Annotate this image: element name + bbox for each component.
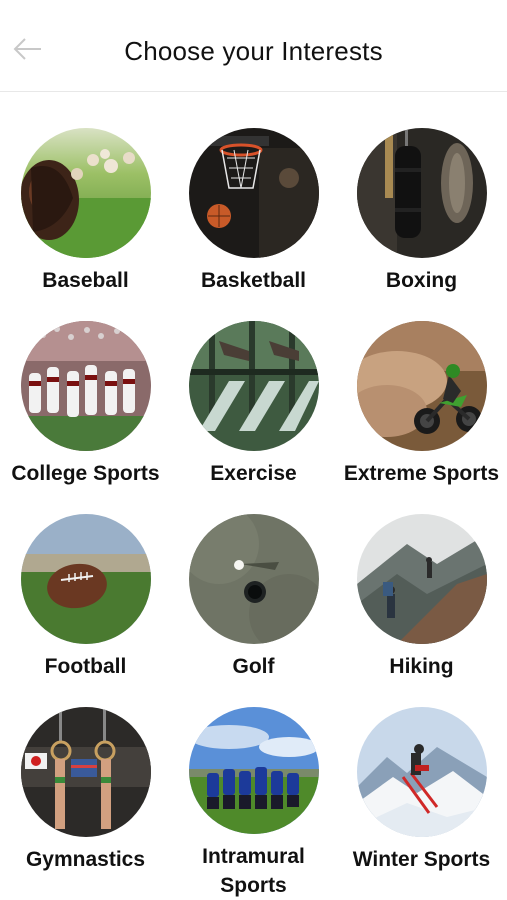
hiking-image: [356, 514, 487, 644]
interest-label: Gymnastics: [25, 848, 146, 871]
interest-tile-gymnastics[interactable]: Gymnastics: [2, 707, 170, 900]
intramural-sports-image: [188, 707, 319, 834]
interest-tile-winter-sports[interactable]: Winter Sports: [338, 707, 506, 900]
interest-tile-intramural-sports[interactable]: Intramural Sports: [170, 707, 338, 900]
interest-tile-college-sports[interactable]: College Sports: [2, 321, 170, 514]
baseball-image: [20, 128, 151, 258]
page-title: Choose your Interests: [124, 36, 383, 66]
interest-label: Football: [44, 655, 127, 678]
extreme-sports-image: [356, 321, 487, 451]
gymnastics-image: [20, 707, 151, 837]
interest-label: Hiking: [389, 655, 454, 678]
app-header: Choose your Interests: [0, 0, 507, 92]
interest-tile-football[interactable]: Football: [2, 514, 170, 707]
interest-label: Boxing: [385, 269, 458, 292]
basketball-image: [188, 128, 319, 258]
winter-sports-image: [356, 707, 487, 837]
interest-label: Basketball: [200, 269, 307, 292]
interest-tile-basketball[interactable]: Basketball: [170, 128, 338, 321]
interest-label: Baseball: [42, 269, 129, 292]
interest-label: College Sports: [11, 462, 160, 485]
golf-image: [188, 514, 319, 644]
interest-tile-golf[interactable]: Golf: [170, 514, 338, 707]
college-sports-image: [20, 321, 151, 451]
interest-tile-hiking[interactable]: Hiking: [338, 514, 506, 707]
interests-grid: Baseball Basketball Boxing College Sport…: [0, 128, 507, 900]
interest-label: Intramural Sports: [202, 845, 305, 897]
interest-tile-extreme-sports[interactable]: Extreme Sports: [338, 321, 506, 514]
interest-tile-baseball[interactable]: Baseball: [2, 128, 170, 321]
interest-tile-boxing[interactable]: Boxing: [338, 128, 506, 321]
interest-label: Exercise: [210, 462, 297, 485]
interest-tile-exercise[interactable]: Exercise: [170, 321, 338, 514]
exercise-image: [188, 321, 319, 451]
interest-label: Extreme Sports: [343, 462, 500, 485]
interest-label: Winter Sports: [352, 848, 491, 871]
boxing-image: [356, 128, 487, 258]
football-image: [20, 514, 151, 644]
interest-label: Golf: [232, 655, 275, 678]
